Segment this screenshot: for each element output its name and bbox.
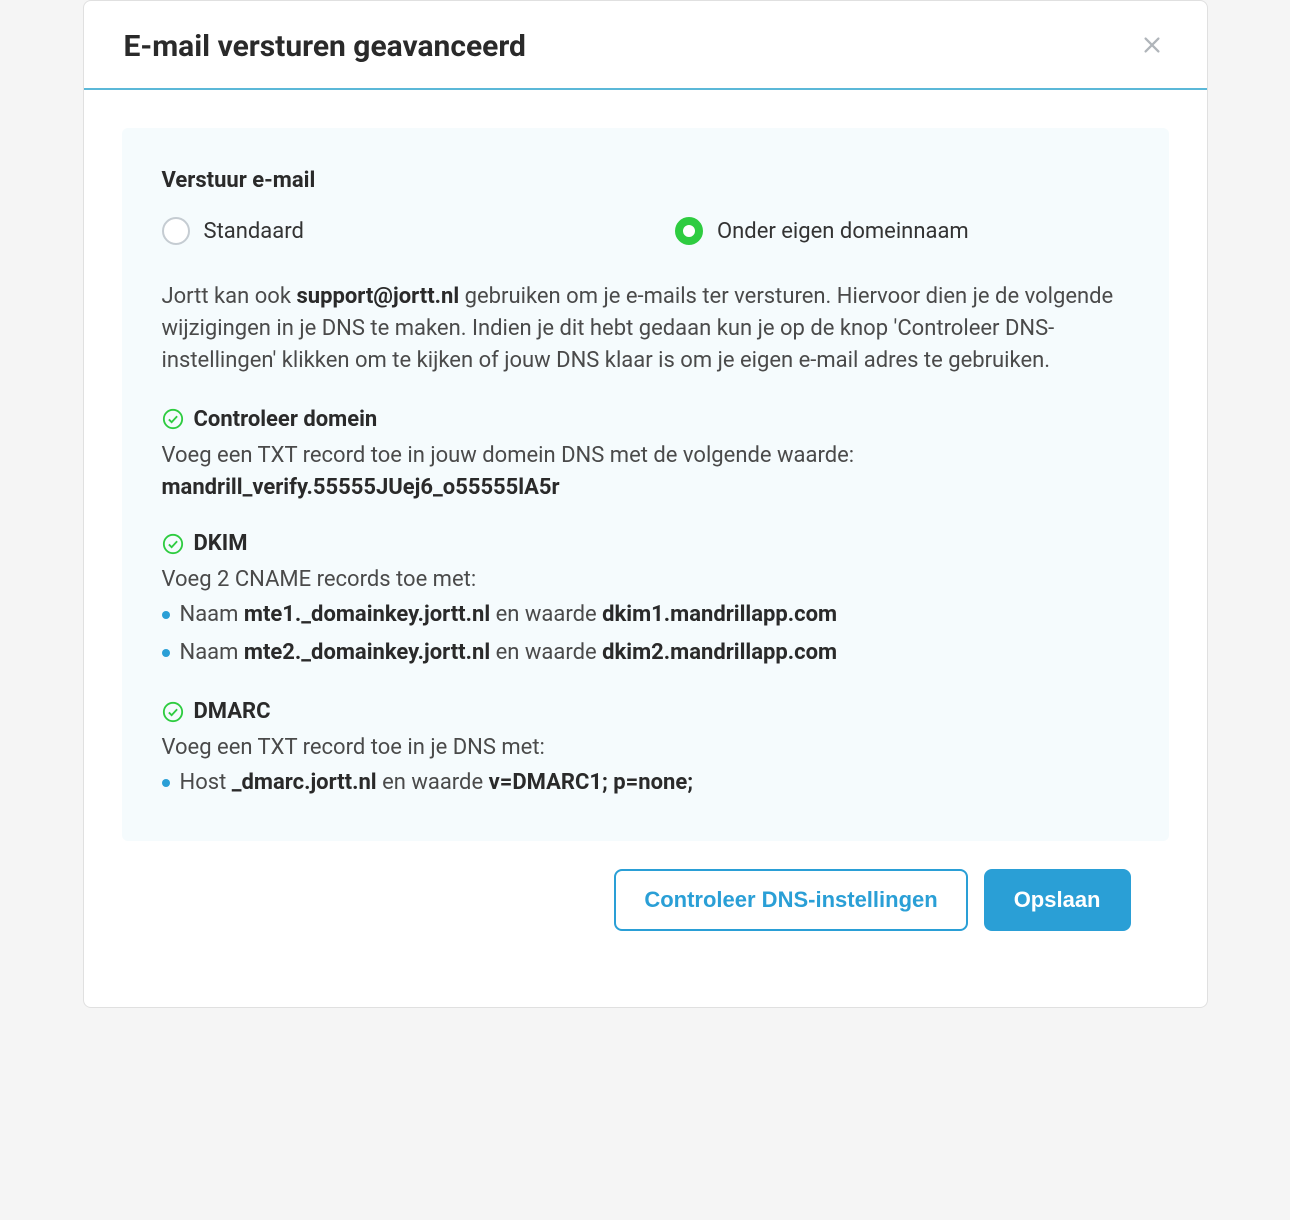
section-title-dkim: DKIM xyxy=(194,531,248,556)
dkim-item-text: Naam mte2._domainkey.jortt.nl en waarde … xyxy=(180,634,838,671)
section-title-dmarc: DMARC xyxy=(194,699,271,724)
radio-option-own-domain[interactable]: Onder eigen domeinnaam xyxy=(675,217,1129,245)
panel-heading: Verstuur e-mail xyxy=(162,168,1129,193)
domain-desc-text: Voeg een TXT record toe in jouw domein D… xyxy=(162,443,855,468)
section-header-domain: Controleer domein xyxy=(162,407,1129,432)
desc-before: Jortt kan ook xyxy=(162,284,297,309)
check-circle-icon xyxy=(162,408,184,430)
dkim-list: Naam mte1._domainkey.jortt.nl en waarde … xyxy=(162,596,1129,671)
radio-label-standard: Standaard xyxy=(204,219,304,244)
bullet-icon xyxy=(162,611,170,619)
section-desc-domain: Voeg een TXT record toe in jouw domein D… xyxy=(162,440,1129,504)
radio-option-standard[interactable]: Standaard xyxy=(162,217,616,245)
section-header-dkim: DKIM xyxy=(162,531,1129,556)
dmarc-item-text: Host _dmarc.jortt.nl en waarde v=DMARC1;… xyxy=(180,764,694,801)
list-item: Naam mte2._domainkey.jortt.nl en waarde … xyxy=(162,634,1129,671)
close-button[interactable] xyxy=(1137,30,1167,63)
settings-panel: Verstuur e-mail Standaard Onder eigen do… xyxy=(122,128,1169,841)
modal-footer: Controleer DNS-instellingen Opslaan xyxy=(122,869,1169,969)
check-circle-icon xyxy=(162,701,184,723)
radio-group: Standaard Onder eigen domeinnaam xyxy=(162,217,1129,245)
radio-icon xyxy=(162,217,190,245)
email-advanced-modal: E-mail versturen geavanceerd Verstuur e-… xyxy=(83,0,1208,1008)
close-icon xyxy=(1141,34,1163,56)
section-header-dmarc: DMARC xyxy=(162,699,1129,724)
modal-body: Verstuur e-mail Standaard Onder eigen do… xyxy=(84,90,1207,1007)
radio-icon-selected xyxy=(675,217,703,245)
desc-email: support@jortt.nl xyxy=(296,284,459,309)
bullet-icon xyxy=(162,779,170,787)
list-item: Naam mte1._domainkey.jortt.nl en waarde … xyxy=(162,596,1129,633)
description-text: Jortt kan ook support@jortt.nl gebruiken… xyxy=(162,281,1129,377)
modal-title: E-mail versturen geavanceerd xyxy=(124,29,526,64)
section-title-domain: Controleer domein xyxy=(194,407,378,432)
dmarc-list: Host _dmarc.jortt.nl en waarde v=DMARC1;… xyxy=(162,764,1129,801)
modal-header: E-mail versturen geavanceerd xyxy=(84,1,1207,90)
save-button[interactable]: Opslaan xyxy=(984,869,1131,931)
section-desc-dmarc: Voeg een TXT record toe in je DNS met: xyxy=(162,732,1129,764)
bullet-icon xyxy=(162,649,170,657)
section-domain: Controleer domein Voeg een TXT record to… xyxy=(162,407,1129,504)
list-item: Host _dmarc.jortt.nl en waarde v=DMARC1;… xyxy=(162,764,1129,801)
section-dkim: DKIM Voeg 2 CNAME records toe met: Naam … xyxy=(162,531,1129,671)
check-circle-icon xyxy=(162,533,184,555)
domain-value: mandrill_verify.55555JUej6_o55555lA5r xyxy=(162,475,560,500)
dkim-item-text: Naam mte1._domainkey.jortt.nl en waarde … xyxy=(180,596,838,633)
section-desc-dkim: Voeg 2 CNAME records toe met: xyxy=(162,564,1129,596)
radio-label-own-domain: Onder eigen domeinnaam xyxy=(717,219,969,244)
check-dns-button[interactable]: Controleer DNS-instellingen xyxy=(614,869,967,931)
section-dmarc: DMARC Voeg een TXT record toe in je DNS … xyxy=(162,699,1129,801)
